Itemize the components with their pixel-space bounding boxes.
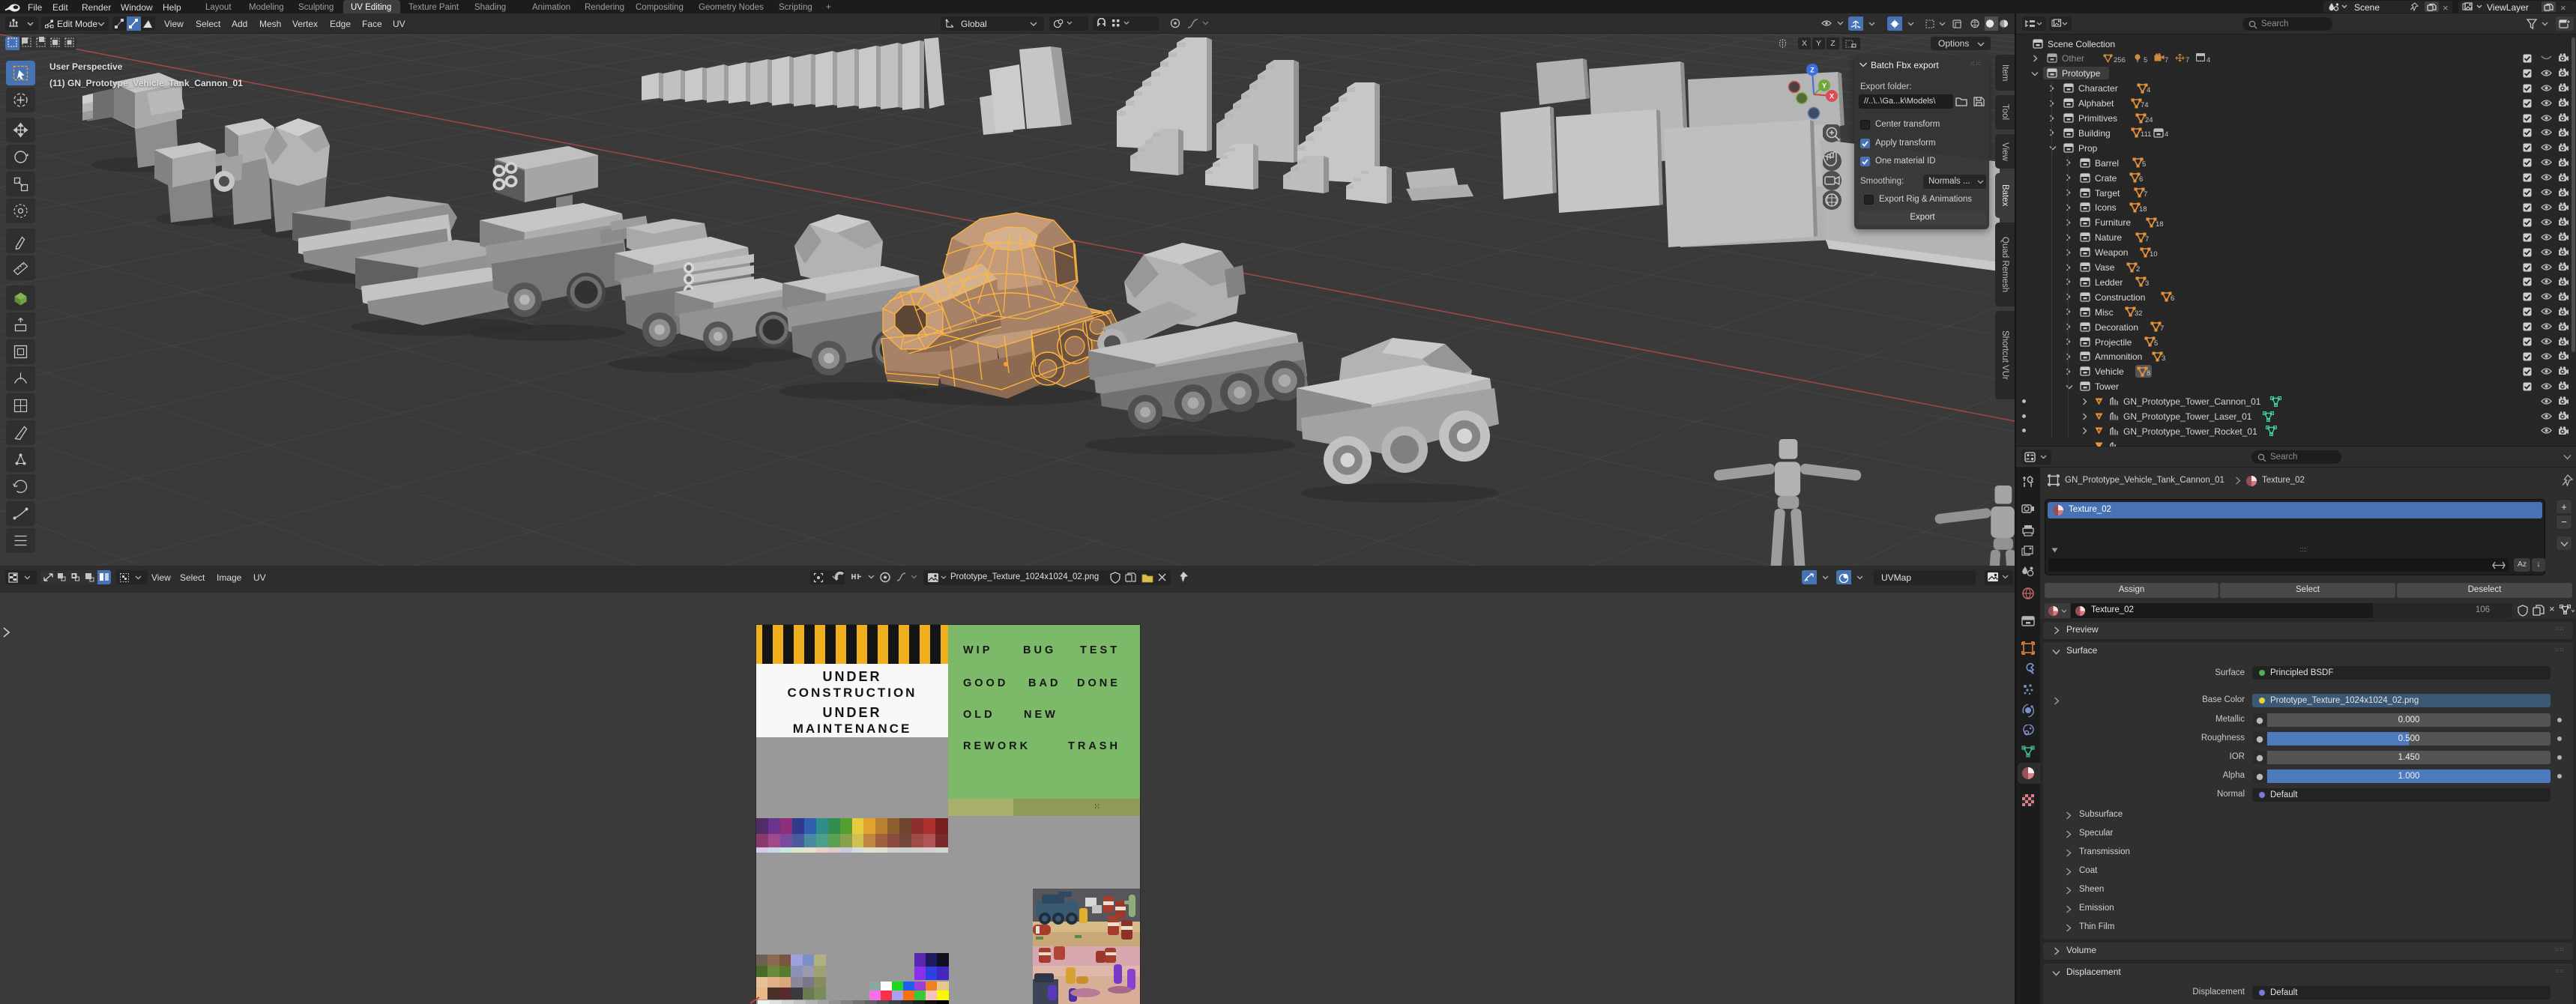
svg-text:Y: Y [1822,82,1827,90]
svg-text:X: X [1830,93,1834,100]
svg-text:Z: Z [1810,67,1815,74]
